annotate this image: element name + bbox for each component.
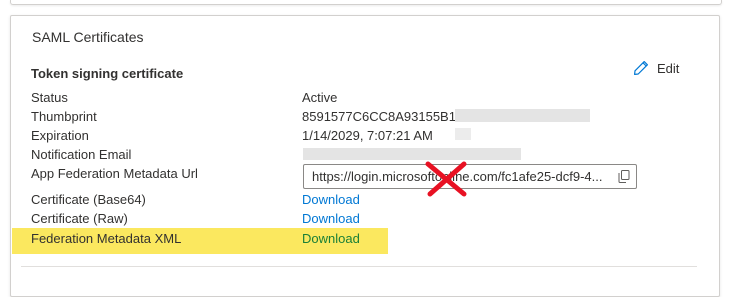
expiration-label: Expiration (31, 128, 89, 143)
redacted-expiration-tail (455, 128, 471, 140)
thumbprint-label: Thumbprint (31, 109, 97, 124)
redacted-email (303, 148, 521, 160)
status-value: Active (302, 90, 338, 105)
edit-button[interactable]: Edit (633, 60, 679, 76)
cert-base64-label: Certificate (Base64) (31, 192, 146, 207)
section-title: Token signing certificate (31, 66, 184, 81)
cert-raw-label: Certificate (Raw) (31, 211, 128, 226)
expiration-value: 1/14/2029, 7:07:21 AM (302, 128, 433, 143)
expiration-row: Expiration 1/14/2029, 7:07:21 AM (31, 126, 711, 145)
edit-label: Edit (657, 60, 680, 76)
cert-base64-row: Certificate (Base64) Download (31, 190, 711, 209)
redacted-thumbprint (455, 109, 590, 122)
copy-icon[interactable] (618, 170, 630, 183)
section-divider (21, 266, 697, 267)
cert-raw-download-link[interactable]: Download (302, 209, 360, 228)
pencil-icon (634, 61, 648, 75)
status-label: Status (31, 90, 68, 105)
thumbprint-value: 8591577C6CC8A93155B16 (302, 109, 464, 124)
metadata-url-label: App Federation Metadata Url (31, 166, 198, 181)
status-row: Status Active (31, 88, 711, 107)
cert-raw-row: Certificate (Raw) Download (31, 209, 711, 228)
notification-email-label: Notification Email (31, 147, 132, 162)
federation-xml-row: Federation Metadata XML Download (31, 229, 711, 248)
metadata-url-field[interactable]: https://login.microsoftonline.com/fc1afe… (303, 164, 637, 189)
thumbprint-row: Thumbprint 8591577C6CC8A93155B16 (31, 107, 711, 126)
card-title: SAML Certificates (32, 29, 144, 45)
cert-base64-download-link[interactable]: Download (302, 190, 360, 209)
previous-card-edge (10, 0, 722, 5)
federation-xml-label: Federation Metadata XML (31, 231, 182, 246)
federation-xml-download-link[interactable]: Download (302, 229, 360, 248)
